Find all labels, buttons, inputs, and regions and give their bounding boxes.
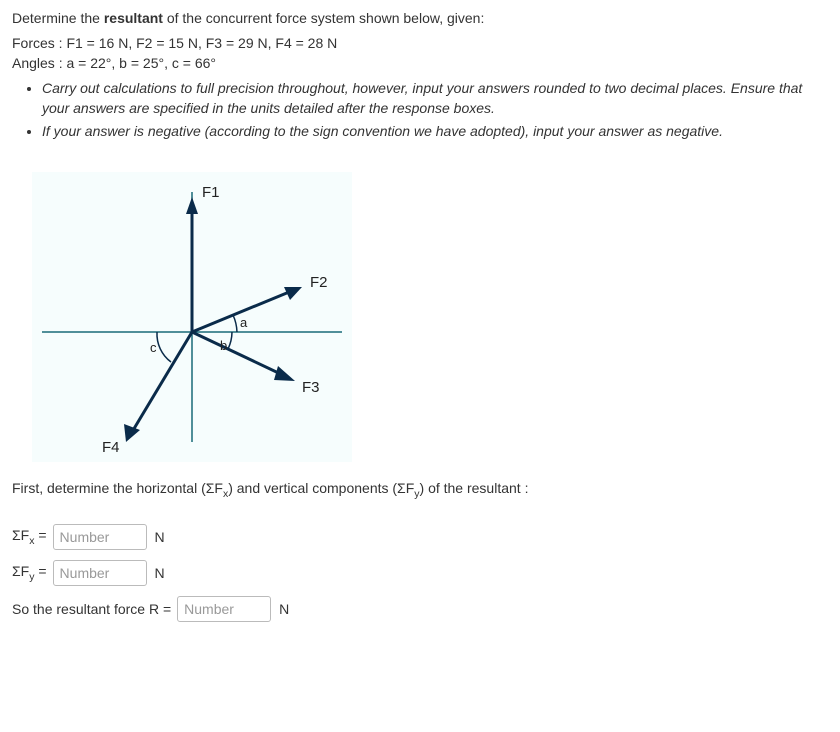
diagram-svg: F1 F2 a F3 b F4 c	[32, 172, 352, 462]
answer-sum-fy: ΣFy = N	[12, 560, 828, 586]
instruction-item: If your answer is negative (according to…	[42, 122, 828, 142]
prompt-text: ) and vertical components (ΣF	[228, 480, 414, 496]
input-resultant[interactable]	[177, 596, 271, 622]
label-f3: F3	[302, 379, 320, 396]
problem-intro: Determine the resultant of the concurren…	[12, 8, 828, 29]
intro-bold: resultant	[104, 10, 163, 26]
label-a: a	[240, 315, 248, 330]
prompt-text: ) of the resultant :	[420, 480, 529, 496]
label-sfx: ΣFx =	[12, 527, 47, 547]
intro-prefix: Determine the	[12, 10, 104, 26]
angles-given: Angles : a = 22°, b = 25°, c = 66°	[12, 55, 828, 71]
label-f4: F4	[102, 439, 120, 456]
prompt-text: First, determine the horizontal (ΣF	[12, 480, 223, 496]
label-c: c	[150, 340, 157, 355]
forces-given: Forces : F1 = 16 N, F2 = 15 N, F3 = 29 N…	[12, 35, 828, 51]
input-sum-fy[interactable]	[53, 560, 147, 586]
label-b: b	[220, 338, 227, 353]
components-prompt: First, determine the horizontal (ΣFx) an…	[12, 480, 828, 500]
answer-resultant: So the resultant force R = N	[12, 596, 828, 622]
unit-r: N	[279, 601, 289, 617]
instruction-item: Carry out calculations to full precision…	[42, 79, 828, 118]
label-f1: F1	[202, 184, 220, 201]
label-f2: F2	[310, 274, 328, 291]
label-r: So the resultant force R =	[12, 601, 171, 617]
intro-suffix: of the concurrent force system shown bel…	[163, 10, 484, 26]
answer-sum-fx: ΣFx = N	[12, 524, 828, 550]
force-diagram: F1 F2 a F3 b F4 c	[32, 172, 828, 462]
unit-sfx: N	[155, 529, 165, 545]
instructions-list: Carry out calculations to full precision…	[42, 79, 828, 142]
unit-sfy: N	[155, 565, 165, 581]
label-sfy: ΣFy =	[12, 563, 47, 583]
input-sum-fx[interactable]	[53, 524, 147, 550]
